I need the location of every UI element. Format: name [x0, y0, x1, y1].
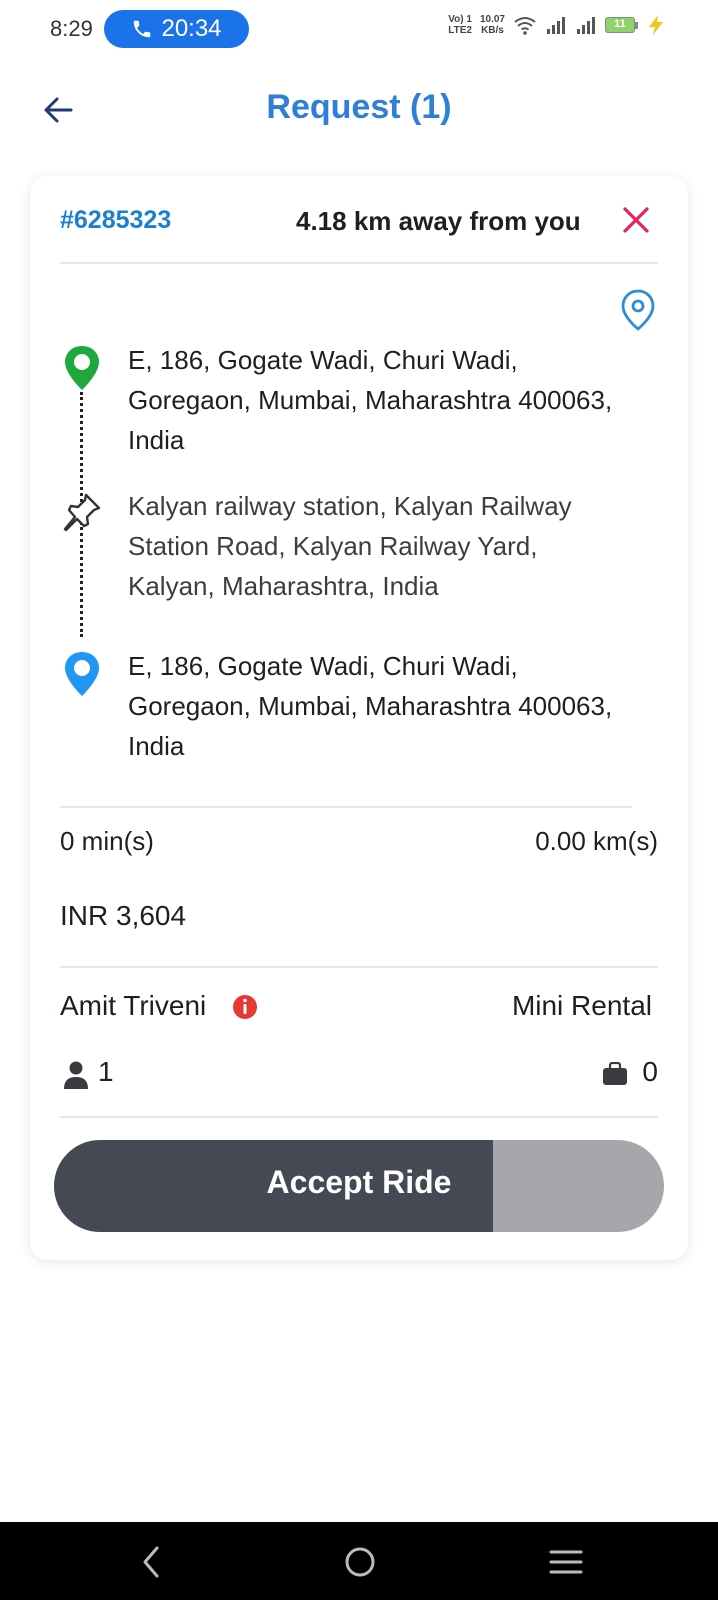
close-button[interactable] — [618, 202, 654, 238]
pushpin-icon — [63, 493, 101, 532]
network-label: Vo) 1 LTE2 — [448, 14, 472, 36]
divider — [60, 1116, 658, 1118]
nav-home-icon[interactable] — [338, 1540, 382, 1584]
location-pin-icon — [621, 289, 655, 331]
map-button[interactable] — [618, 288, 658, 332]
person-icon — [64, 1061, 88, 1089]
system-nav-bar — [0, 1522, 718, 1600]
rider-name: Amit Triveni — [60, 990, 207, 1021]
close-icon — [623, 207, 649, 233]
divider — [60, 806, 632, 808]
waypoint-address: Kalyan railway station, Kalyan Railway S… — [128, 491, 572, 601]
network-speed: 10.07 KB/s — [479, 14, 505, 36]
passenger-count: 1 — [98, 1056, 114, 1087]
page-title: Request (1) — [266, 88, 452, 126]
signal-icon — [547, 17, 565, 34]
ride-type: Mini Rental — [511, 990, 652, 1021]
phone-icon — [134, 20, 151, 38]
charging-icon — [649, 15, 663, 35]
call-timer: 20:34 — [161, 15, 222, 42]
capacity-row: 1 0 — [60, 1056, 658, 1096]
ride-request-card: #6285323 4.18 km away from you E, 186, G… — [30, 176, 688, 1260]
info-icon[interactable] — [232, 994, 258, 1020]
trip-fare: INR 3,604 — [60, 900, 187, 931]
accept-ride-button[interactable]: Accept Ride — [54, 1140, 664, 1232]
pickup-address: E, 186, Gogate Wadi, Churi Wadi, Goregao… — [128, 345, 613, 455]
trip-distance: 0.00 km(s) — [535, 826, 658, 856]
distance-away: 4.18 km away from you — [296, 206, 581, 236]
trip-duration: 0 min(s) — [60, 826, 154, 856]
signal-icon — [577, 17, 595, 34]
divider — [60, 966, 658, 968]
status-time: 8:29 — [50, 16, 93, 41]
request-header: #6285323 4.18 km away from you — [60, 206, 658, 262]
status-bar: 8:29 20:34 Vo) 1 LTE2 10.07 KB/s 11 — [0, 0, 718, 58]
ride-id[interactable]: #6285323 — [60, 206, 171, 235]
ongoing-call-pill[interactable]: 20:34 — [104, 10, 249, 48]
accept-ride-label: Accept Ride — [266, 1164, 452, 1200]
green-location-icon — [65, 346, 99, 390]
nav-back-icon[interactable] — [130, 1540, 174, 1584]
rider-row: Amit Triveni Mini Rental — [60, 990, 658, 1030]
wifi-icon — [514, 17, 536, 35]
luggage-count: 0 — [642, 1056, 658, 1087]
divider — [60, 262, 658, 264]
status-icons: Vo) 1 LTE2 10.07 KB/s 11 — [448, 14, 666, 36]
app-header: Request (1) — [0, 70, 718, 150]
blue-location-icon — [65, 652, 99, 696]
drop-address: E, 186, Gogate Wadi, Churi Wadi, Goregao… — [128, 651, 613, 761]
nav-menu-icon[interactable] — [544, 1540, 588, 1584]
luggage-icon — [603, 1062, 627, 1085]
battery-icon: 11 — [605, 17, 638, 33]
